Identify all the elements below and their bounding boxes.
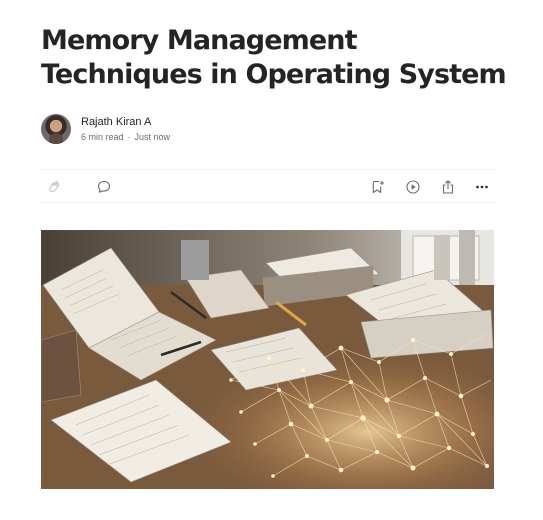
- author-row: Rajath Kiran A 6 min read · Just now: [41, 113, 170, 145]
- bookmark-add-icon[interactable]: [370, 179, 386, 195]
- comment-icon[interactable]: [96, 179, 112, 195]
- clap-icon[interactable]: [46, 179, 62, 195]
- read-time: 6 min read: [81, 131, 124, 142]
- article-action-bar: [41, 169, 495, 203]
- share-icon[interactable]: [440, 179, 456, 195]
- more-options-icon[interactable]: [474, 179, 490, 195]
- meta-separator: ·: [127, 131, 131, 142]
- author-name[interactable]: Rajath Kiran A: [81, 115, 170, 129]
- article-meta: 6 min read · Just now: [81, 131, 170, 144]
- publish-time: Just now: [134, 131, 171, 142]
- author-avatar[interactable]: [41, 114, 71, 144]
- article-title: Memory Management Techniques in Operatin…: [41, 25, 507, 90]
- play-listen-icon[interactable]: [405, 179, 421, 195]
- author-meta: Rajath Kiran A 6 min read · Just now: [81, 115, 170, 144]
- article-hero-image: [41, 230, 494, 489]
